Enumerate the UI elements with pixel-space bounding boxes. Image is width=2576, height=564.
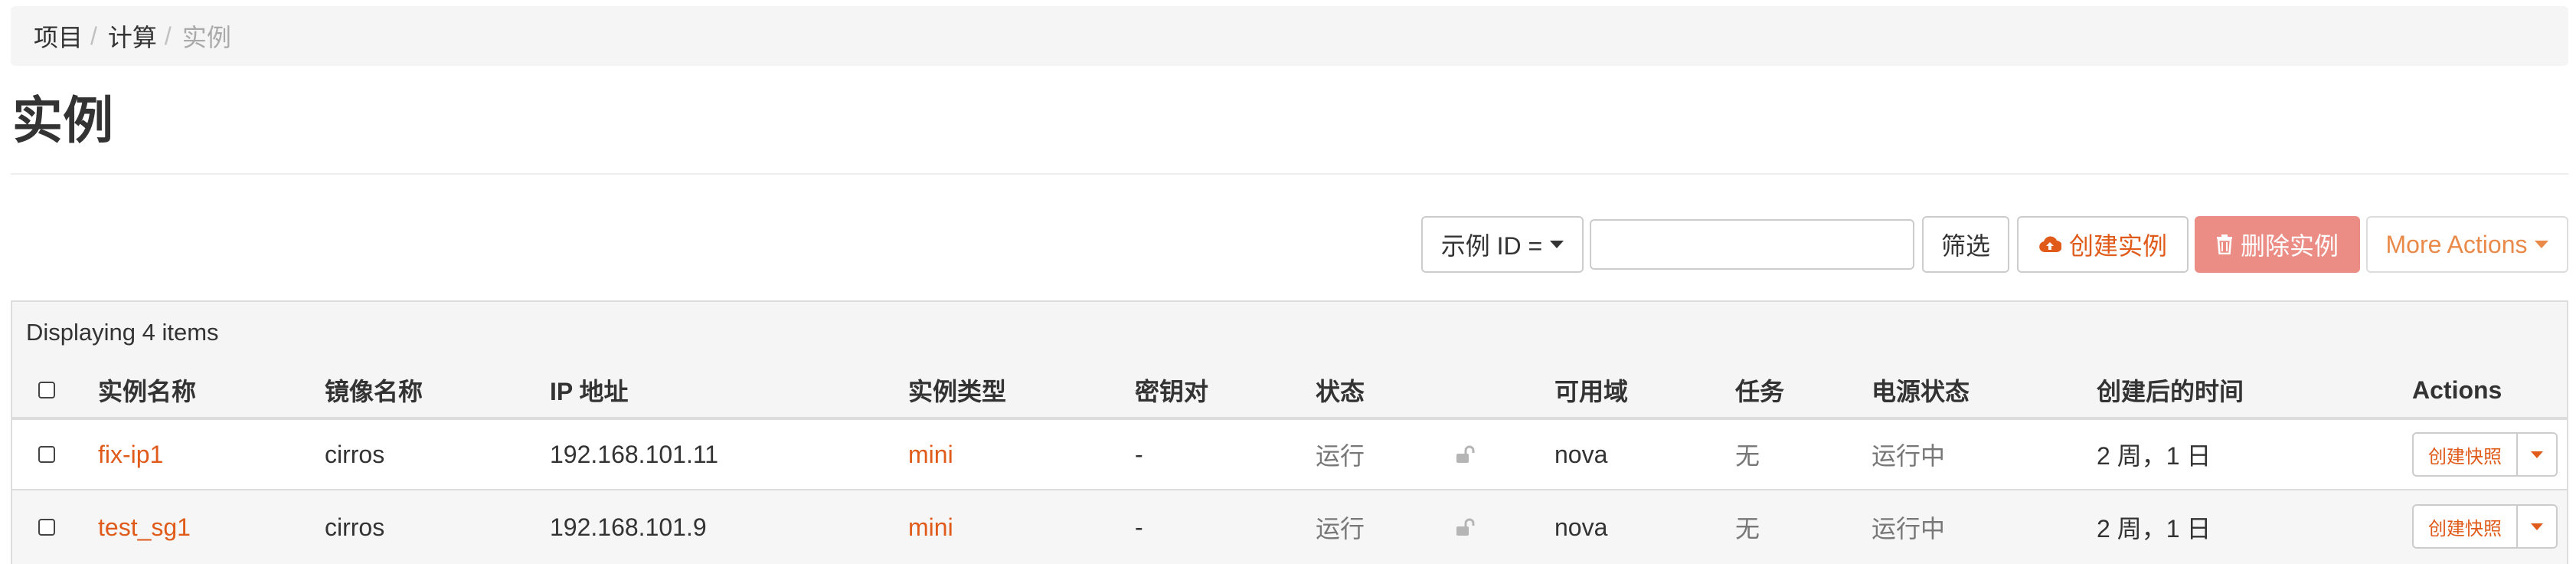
page: 项目 / 计算 / 实例 实例 示例 ID = 筛选 创建实例 删除实例 Mor… [0, 0, 2576, 564]
row-checkbox[interactable] [38, 519, 55, 536]
breadcrumb-separator: / [90, 21, 97, 50]
availability-zone: nova [1554, 513, 1608, 541]
delete-instance-button[interactable]: 删除实例 [2195, 216, 2360, 273]
breadcrumb-item-compute[interactable]: 计算 [108, 18, 157, 54]
table-row: test_sg1 cirros 192.168.101.9 mini - 运行 … [12, 490, 2567, 564]
more-actions-dropdown[interactable]: More Actions [2366, 216, 2568, 273]
image-name: cirros [325, 513, 385, 541]
keypair: - [1135, 440, 1143, 468]
age: 2 周，1 日 [2097, 442, 2212, 470]
select-all-checkbox[interactable] [38, 382, 55, 398]
more-actions-label: More Actions [2385, 230, 2528, 258]
trash-icon [2216, 234, 2233, 254]
column-header-availability-zone[interactable]: 可用域 [1554, 363, 1628, 417]
age: 2 周，1 日 [2097, 515, 2212, 543]
create-snapshot-button[interactable]: 创建快照 [2412, 504, 2518, 549]
filter-input[interactable] [1590, 219, 1914, 270]
instance-name-link[interactable]: fix-ip1 [98, 420, 163, 489]
create-snapshot-label: 创建快照 [2428, 446, 2502, 467]
create-snapshot-label: 创建快照 [2428, 518, 2502, 539]
table-header-row: 实例名称 镜像名称 IP 地址 实例类型 密钥对 状态 可用域 任务 电源状态 … [12, 363, 2567, 420]
column-header-image[interactable]: 镜像名称 [325, 363, 423, 417]
column-header-ip[interactable]: IP 地址 [550, 363, 629, 417]
column-header-flavor[interactable]: 实例类型 [908, 363, 1006, 417]
breadcrumb-item-instances: 实例 [181, 24, 231, 51]
power-state: 运行中 [1872, 442, 1946, 470]
column-header-status[interactable]: 状态 [1316, 363, 1365, 417]
filter-button[interactable]: 筛选 [1922, 216, 2009, 273]
image-name: cirros [325, 440, 385, 468]
column-header-keypair[interactable]: 密钥对 [1135, 363, 1208, 417]
filter-field-dropdown[interactable]: 示例 ID = [1421, 216, 1584, 273]
delete-instance-label: 删除实例 [2240, 232, 2339, 260]
column-header-age[interactable]: 创建后的时间 [2097, 363, 2244, 417]
instance-name-link[interactable]: test_sg1 [98, 490, 191, 564]
flavor-link[interactable]: mini [908, 420, 953, 489]
power-state: 运行中 [1872, 515, 1946, 543]
task: 无 [1735, 442, 1760, 470]
table-row: fix-ip1 cirros 192.168.101.11 mini - 运行 … [12, 420, 2567, 490]
task: 无 [1735, 515, 1760, 543]
create-instance-button[interactable]: 创建实例 [2017, 216, 2189, 273]
column-header-name[interactable]: 实例名称 [98, 363, 196, 417]
caret-down-icon [2535, 241, 2549, 248]
column-header-power-state[interactable]: 电源状态 [1872, 363, 1970, 417]
row-checkbox[interactable] [38, 446, 55, 463]
ip-address: 192.168.101.11 [550, 440, 719, 468]
row-actions-dropdown[interactable] [2518, 504, 2558, 549]
row-actions-dropdown[interactable] [2518, 432, 2558, 477]
caret-down-icon [2531, 523, 2543, 530]
item-count: Displaying 4 items [26, 319, 219, 346]
filter-button-label: 筛选 [1940, 232, 1990, 260]
cloud-upload-icon [2038, 235, 2061, 254]
breadcrumb-item-project[interactable]: 项目 [34, 18, 83, 54]
status: 运行 [1316, 515, 1365, 543]
caret-down-icon [2531, 451, 2543, 458]
unlock-icon [1455, 490, 1476, 564]
availability-zone: nova [1554, 440, 1608, 468]
flavor-link[interactable]: mini [908, 490, 953, 564]
column-header-actions: Actions [2412, 375, 2502, 404]
caret-down-icon [1550, 241, 1564, 248]
breadcrumb-separator: / [164, 21, 172, 50]
title-divider [11, 173, 2568, 175]
column-header-task[interactable]: 任务 [1735, 363, 1784, 417]
create-snapshot-button[interactable]: 创建快照 [2412, 432, 2518, 477]
create-instance-label: 创建实例 [2068, 232, 2167, 260]
unlock-icon [1455, 420, 1476, 489]
page-title: 实例 [12, 92, 113, 149]
status: 运行 [1316, 442, 1365, 470]
ip-address: 192.168.101.9 [550, 513, 707, 541]
instances-table: Displaying 4 items 实例名称 镜像名称 IP 地址 实例类型 … [11, 300, 2568, 564]
filter-field-label: 示例 ID = [1440, 232, 1543, 260]
keypair: - [1135, 513, 1143, 541]
breadcrumb: 项目 / 计算 / 实例 [11, 6, 2568, 66]
